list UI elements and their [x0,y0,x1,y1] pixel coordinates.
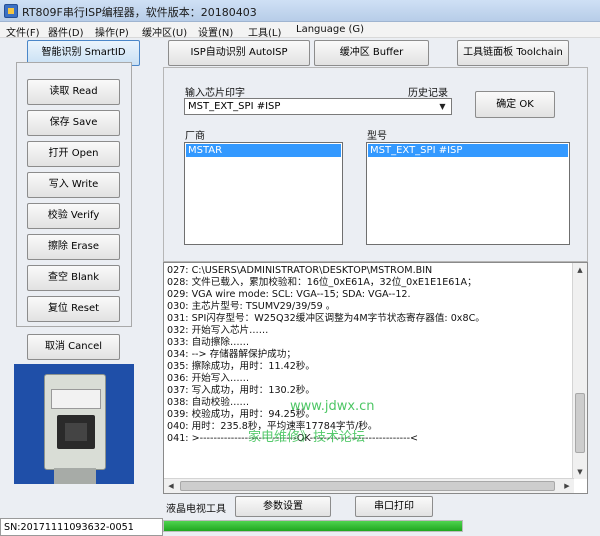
scroll-right-icon[interactable]: ▶ [560,479,574,493]
params-button[interactable]: 参数设置 [235,496,331,517]
vendor-item-selected[interactable]: MSTAR [186,144,341,157]
chevron-down-icon[interactable]: ▼ [436,101,449,113]
menu-bar: 文件(F) 器件(D) 操作(P) 缓冲区(U) 设置(N) 工具(L) Lan… [0,22,600,39]
model-list[interactable]: MST_EXT_SPI #ISP [366,142,570,245]
serial-number: SN:20171111093632-0051 [4,522,134,533]
model-label: 型号 [367,131,387,142]
model-item-selected[interactable]: MST_EXT_SPI #ISP [368,144,568,157]
bottom-toolbar: 液晶电视工具 参数设置 串口打印 [163,494,588,536]
app-icon [4,4,18,18]
progress-bar [163,520,463,532]
log-horizontal-scrollbar[interactable]: ◀ ▶ [164,478,574,493]
watermark-forum: 家电维修》技术论坛 [248,430,366,445]
autoisp-button[interactable]: ISP自动识别 AutoISP [168,40,310,66]
log-line: 031: SPI闪存型号：W25Q32缓冲区调整为4M字节状态寄存器值: 0x8… [167,313,485,324]
log-line: 032: 开始写入芯片…… [167,325,269,336]
menu-buffer[interactable]: 缓冲区(U) [142,24,187,39]
write-button[interactable]: 写入 Write [27,172,120,198]
menu-file[interactable]: 文件(F) [6,24,40,39]
scroll-thumb[interactable] [575,393,585,453]
read-button[interactable]: 读取 Read [27,79,120,105]
serial-print-button[interactable]: 串口打印 [355,496,433,517]
title-bar: RT809F串行ISP编程器，软件版本：20180403 [0,0,600,22]
erase-button[interactable]: 擦除 Erase [27,234,120,260]
reset-button[interactable]: 复位 Reset [27,296,120,322]
save-button[interactable]: 保存 Save [27,110,120,136]
programmer-photo [14,364,134,484]
vendor-list[interactable]: MSTAR [184,142,343,245]
chip-input-combo[interactable]: MST_EXT_SPI #ISP ▼ [184,98,452,115]
menu-tools[interactable]: 工具(L) [248,24,281,39]
scroll-left-icon[interactable]: ◀ [164,479,178,493]
log-line: 038: 自动校验…… [167,397,250,408]
log-line: 035: 擦除成功，用时：11.42秒。 [167,361,315,372]
scroll-down-icon[interactable]: ▼ [573,465,587,479]
progress-fill [164,521,462,531]
open-button[interactable]: 打开 Open [27,141,120,167]
programmer-label [51,389,101,409]
log-line: 030: 主芯片型号: TSUMV29/39/59 。 [167,301,336,312]
verify-button[interactable]: 校验 Verify [27,203,120,229]
log-vertical-scrollbar[interactable]: ▲ ▼ [572,263,587,479]
log-line: 028: 文件已载入，累加校验和：16位_0xE61A，32位_0xE1E1E6… [167,277,477,288]
log-line: 029: VGA wire mode: SCL: VGA--15; SDA: V… [167,289,411,300]
chip-input-value: MST_EXT_SPI #ISP [188,101,281,112]
scroll-up-icon[interactable]: ▲ [573,263,587,277]
cancel-button[interactable]: 取消 Cancel [27,334,120,360]
tv-tools-label: 液晶电视工具 [166,504,226,515]
buffer-button[interactable]: 缓冲区 Buffer [314,40,429,66]
menu-settings[interactable]: 设置(N) [198,24,233,39]
toolchain-button[interactable]: 工具链面板 Toolchain [457,40,569,66]
menu-language[interactable]: Language (G) [296,24,364,35]
log-line: 037: 写入成功，用时：130.2秒。 [167,385,315,396]
watermark-url: www.jdwx.cn [290,399,375,414]
programmer-body [44,374,106,470]
log-line: 027: C:\USERS\ADMINISTRATOR\DESKTOP\MSTR… [167,265,433,276]
window-title: RT809F串行ISP编程器，软件版本：20180403 [22,6,257,19]
vendor-label: 厂商 [185,131,205,142]
scroll-thumb[interactable] [180,481,555,491]
log-output[interactable]: 027: C:\USERS\ADMINISTRATOR\DESKTOP\MSTR… [163,262,588,494]
chip-input-label: 输入芯片印字 [185,88,245,99]
status-bar: SN:20171111093632-0051 [0,518,163,536]
vga-plug-icon [54,468,96,484]
log-line: 034: --> 存储器解保护成功； [167,349,296,360]
menu-device[interactable]: 器件(D) [48,24,84,39]
zif-socket-icon [57,415,95,449]
menu-operate[interactable]: 操作(P) [95,24,129,39]
blank-button[interactable]: 查空 Blank [27,265,120,291]
history-label: 历史记录 [408,88,448,99]
log-line: 033: 自动擦除…… [167,337,250,348]
ok-button[interactable]: 确定 OK [475,91,555,118]
log-line: 036: 开始写入…… [167,373,250,384]
